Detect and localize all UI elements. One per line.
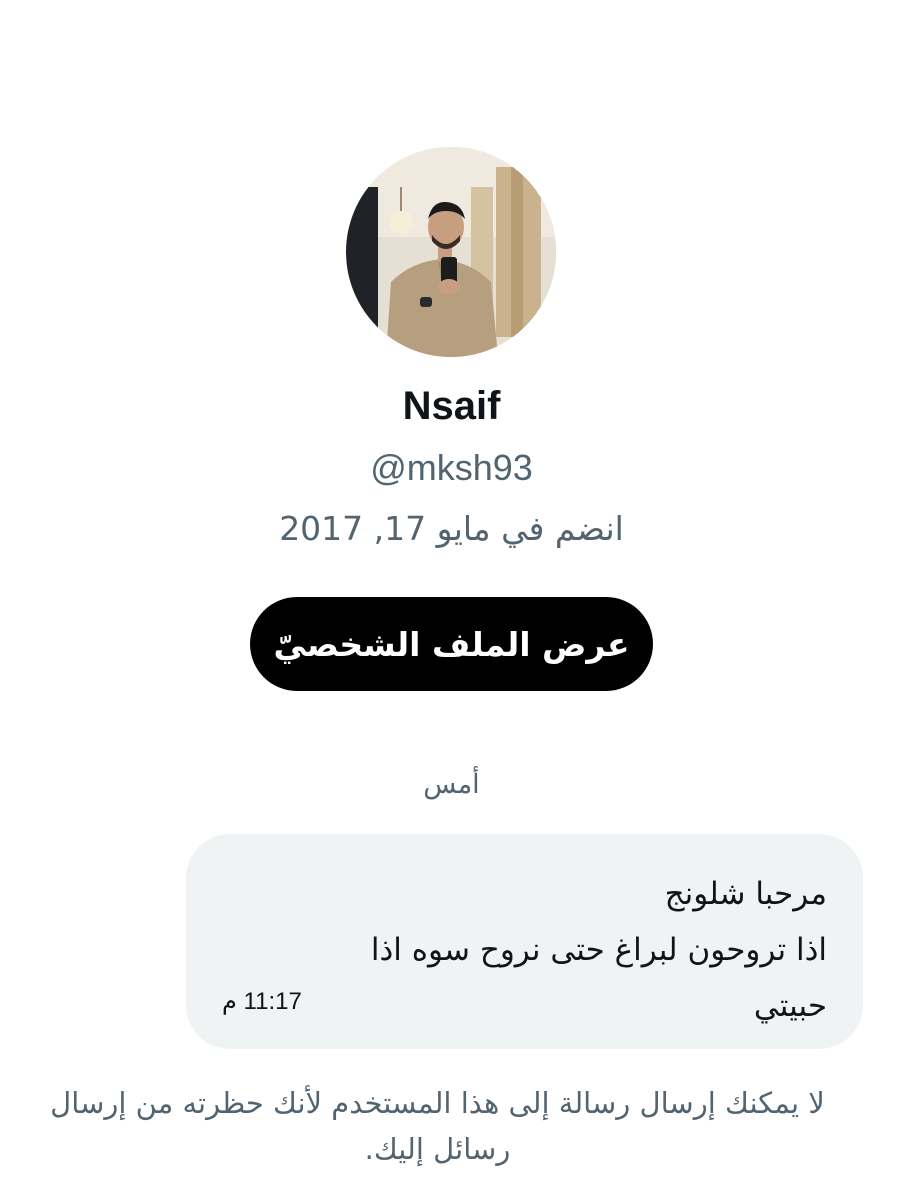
view-profile-button[interactable]: عرض الملف الشخصيّ [250,597,653,691]
avatar[interactable] [346,147,556,357]
message-timestamp: 11:17 م [222,988,302,1015]
message-line: اذا تروحون لبراغ حتى نروح سوه اذا [370,932,827,968]
view-profile-label: عرض الملف الشخصيّ [273,624,630,664]
date-separator: أمس [423,769,480,800]
avatar-photo [346,147,556,357]
blocked-notice: لا يمكنك إرسال رسالة إلى هذا المستخدم لأ… [50,1086,825,1166]
message-text: مرحبا شلونج اذا تروحون لبراغ حتى نروح سو… [371,866,827,1034]
profile-handle: @mksh93 [370,447,533,488]
message-line: حبيتي [753,988,827,1024]
profile-name: Nsaif [402,384,501,428]
message-bubble[interactable]: مرحبا شلونج اذا تروحون لبراغ حتى نروح سو… [186,834,863,1049]
profile-joined-date: انضم في مايو 17, 2017 [279,509,624,548]
message-line: مرحبا شلونج [664,876,827,912]
